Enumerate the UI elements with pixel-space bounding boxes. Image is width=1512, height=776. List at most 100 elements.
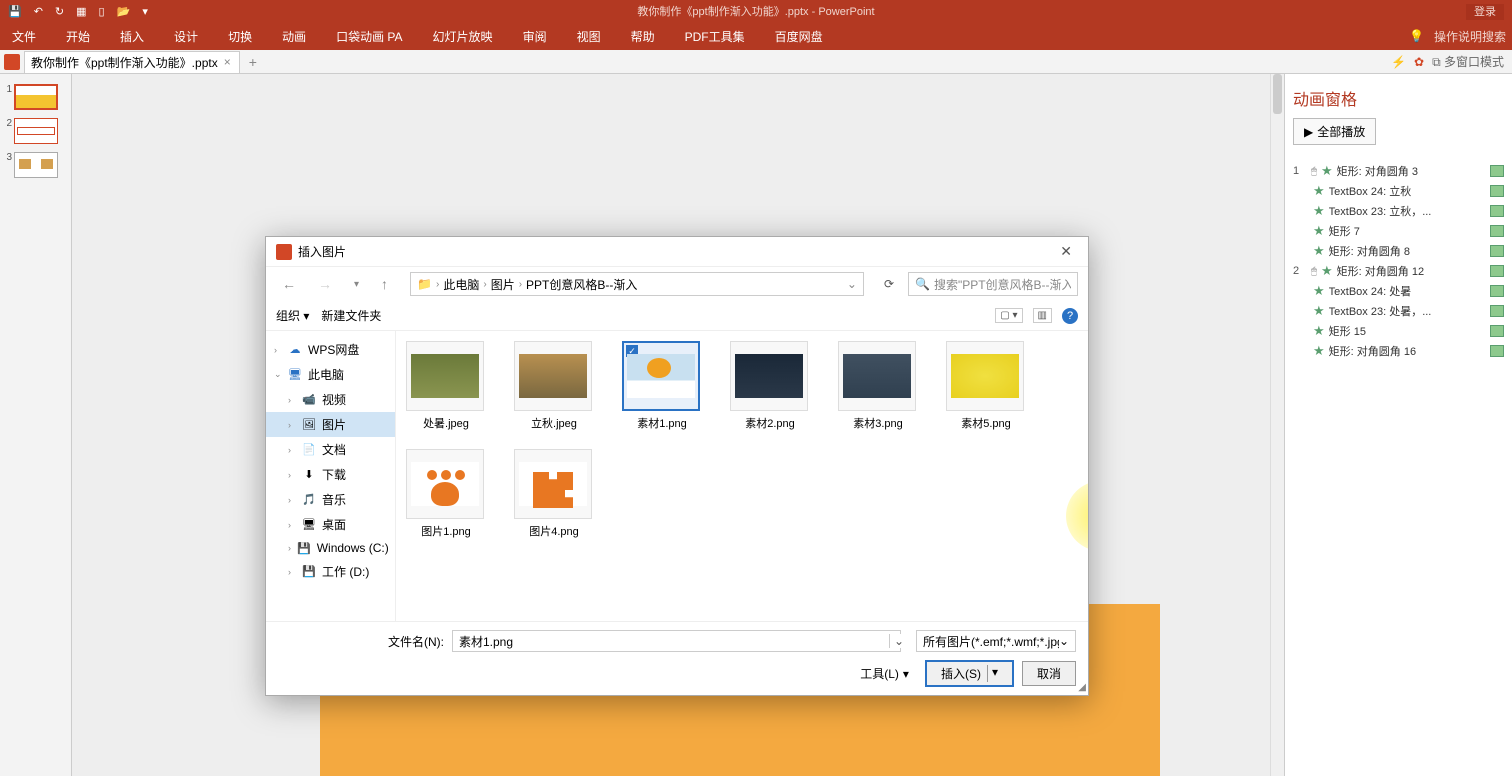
crumb-2[interactable]: PPT创意风格B--渐入 — [526, 276, 637, 293]
tab-file[interactable]: 文件 — [6, 24, 42, 49]
view-mode-button[interactable]: ▢ ▾ — [995, 308, 1022, 323]
animation-item[interactable]: ★矩形 15 — [1293, 321, 1504, 341]
tree-expand-icon[interactable]: › — [288, 420, 296, 430]
tree-item[interactable]: ›⬇下载 — [266, 462, 395, 487]
animation-timing-bar[interactable] — [1490, 165, 1504, 177]
save-icon[interactable]: 💾 — [8, 5, 22, 18]
file-item[interactable]: 图片1.png — [406, 449, 486, 539]
crumb-1[interactable]: 图片 — [491, 276, 515, 293]
animation-item[interactable]: 1🖱★矩形: 对角圆角 3 — [1293, 161, 1504, 181]
settings-icon[interactable]: ✿ — [1414, 55, 1424, 69]
animation-item[interactable]: ★TextBox 24: 立秋 — [1293, 181, 1504, 201]
tree-item[interactable]: ›🖥桌面 — [266, 512, 395, 537]
tab-transitions[interactable]: 切换 — [222, 24, 258, 49]
tab-pdf[interactable]: PDF工具集 — [679, 24, 751, 49]
tab-baidu[interactable]: 百度网盘 — [769, 24, 829, 49]
animation-timing-bar[interactable] — [1490, 285, 1504, 297]
animation-timing-bar[interactable] — [1490, 245, 1504, 257]
file-item[interactable]: 处暑.jpeg — [406, 341, 486, 431]
start-from-beginning-icon[interactable]: ▦ — [76, 5, 86, 18]
filetype-select[interactable]: 所有图片(*.emf;*.wmf;*.jpg;*.jp⌄ — [916, 630, 1076, 652]
animation-timing-bar[interactable] — [1490, 305, 1504, 317]
file-item[interactable]: 立秋.jpeg — [514, 341, 594, 431]
tree-expand-icon[interactable]: › — [288, 520, 296, 530]
tree-expand-icon[interactable]: › — [288, 445, 296, 455]
animation-timing-bar[interactable] — [1490, 185, 1504, 197]
tree-item[interactable]: ›💾Windows (C:) — [266, 537, 395, 559]
nav-history-dropdown[interactable]: ▾ — [348, 277, 365, 292]
nav-forward-icon[interactable]: → — [312, 274, 338, 294]
tab-view[interactable]: 视图 — [571, 24, 607, 49]
refresh-icon[interactable]: ⟳ — [880, 277, 898, 291]
slide-thumbnail-3[interactable] — [14, 152, 58, 178]
animation-timing-bar[interactable] — [1490, 265, 1504, 277]
tree-expand-icon[interactable]: › — [288, 567, 296, 577]
close-icon[interactable]: ✕ — [1054, 241, 1078, 262]
file-item[interactable]: 素材3.png — [838, 341, 918, 431]
breadcrumb[interactable]: 📁 › 此电脑 › 图片 › PPT创意风格B--渐入 ⌄ — [410, 272, 864, 296]
slide-thumbnail-1[interactable] — [14, 84, 58, 110]
tab-animations[interactable]: 动画 — [276, 24, 312, 49]
login-button[interactable]: 登录 — [1466, 4, 1504, 20]
file-item[interactable]: 素材2.png — [730, 341, 810, 431]
help-icon[interactable]: ? — [1062, 308, 1078, 324]
tree-item[interactable]: ›📄文档 — [266, 437, 395, 462]
tree-expand-icon[interactable]: › — [288, 395, 296, 405]
play-all-button[interactable]: ▶全部播放 — [1293, 118, 1376, 145]
tab-slideshow[interactable]: 幻灯片放映 — [427, 24, 499, 49]
add-tab-button[interactable]: + — [240, 53, 266, 71]
tree-item[interactable]: ›🖼图片 — [266, 412, 395, 437]
search-input[interactable]: 🔍 搜索"PPT创意风格B--渐入" — [908, 272, 1078, 296]
tree-item[interactable]: ›💾工作 (D:) — [266, 559, 395, 584]
animation-item[interactable]: ★TextBox 23: 立秋，... — [1293, 201, 1504, 221]
tab-design[interactable]: 设计 — [168, 24, 204, 49]
animation-item[interactable]: ★矩形 7 — [1293, 221, 1504, 241]
tab-review[interactable]: 审阅 — [517, 24, 553, 49]
insert-dropdown-icon[interactable]: ▾ — [987, 665, 998, 682]
filename-input[interactable] — [452, 630, 901, 652]
animation-item[interactable]: ★矩形: 对角圆角 16 — [1293, 341, 1504, 361]
animation-timing-bar[interactable] — [1490, 325, 1504, 337]
insert-button[interactable]: 插入(S)▾ — [925, 660, 1014, 687]
tell-me-input[interactable]: 操作说明搜索 — [1434, 28, 1506, 45]
cancel-button[interactable]: 取消 — [1022, 661, 1076, 686]
nav-back-icon[interactable]: ← — [276, 274, 302, 294]
tree-item[interactable]: ›📹视频 — [266, 387, 395, 412]
tree-expand-icon[interactable]: ⌄ — [274, 369, 282, 380]
animation-item[interactable]: ★TextBox 23: 处暑，... — [1293, 301, 1504, 321]
file-item[interactable]: 图片4.png — [514, 449, 594, 539]
canvas-scrollbar[interactable] — [1270, 74, 1284, 776]
tab-help[interactable]: 帮助 — [625, 24, 661, 49]
animation-timing-bar[interactable] — [1490, 225, 1504, 237]
tools-button[interactable]: 工具(L) ▾ — [852, 663, 917, 684]
dialog-titlebar[interactable]: 插入图片 ✕ — [266, 237, 1088, 267]
open-icon[interactable]: 📂 — [117, 5, 131, 18]
qat-dropdown-icon[interactable]: ▾ — [142, 5, 148, 18]
document-tab[interactable]: 教你制作《ppt制作渐入功能》.pptx × — [24, 51, 240, 73]
animation-item[interactable]: ★矩形: 对角圆角 8 — [1293, 241, 1504, 261]
breadcrumb-dropdown[interactable]: ⌄ — [847, 277, 857, 291]
slide-thumbnail-2[interactable] — [14, 118, 58, 144]
file-item[interactable]: 素材1.png — [622, 341, 702, 431]
multiwindow-toggle[interactable]: ⧉ 多窗口模式 — [1432, 53, 1504, 70]
close-tab-icon[interactable]: × — [222, 55, 233, 69]
tree-expand-icon[interactable]: › — [288, 495, 296, 505]
new-folder-button[interactable]: 新建文件夹 — [321, 307, 381, 324]
preview-pane-button[interactable]: ▥ — [1033, 308, 1052, 323]
file-list[interactable]: 处暑.jpeg 立秋.jpeg 素材1.png 素材2.png 素材3.png 素材5.p… — [396, 331, 1088, 621]
tree-expand-icon[interactable]: › — [288, 543, 291, 553]
organize-button[interactable]: 组织 ▾ — [276, 307, 309, 324]
tree-expand-icon[interactable]: › — [274, 345, 282, 355]
file-item[interactable]: 素材5.png — [946, 341, 1026, 431]
tree-expand-icon[interactable]: › — [288, 470, 296, 480]
nav-up-icon[interactable]: ↑ — [375, 274, 394, 294]
undo-icon[interactable]: ↶ — [34, 5, 43, 18]
animation-timing-bar[interactable] — [1490, 345, 1504, 357]
tree-item[interactable]: ›🎵音乐 — [266, 487, 395, 512]
tab-insert[interactable]: 插入 — [114, 24, 150, 49]
resize-grip[interactable]: ◢ — [1078, 682, 1086, 693]
tab-pocket-anim[interactable]: 口袋动画 PA — [330, 24, 408, 49]
animation-item[interactable]: 2🖱★矩形: 对角圆角 12 — [1293, 261, 1504, 281]
tree-item[interactable]: ⌄🖥此电脑 — [266, 362, 395, 387]
redo-icon[interactable]: ↻ — [55, 5, 64, 18]
